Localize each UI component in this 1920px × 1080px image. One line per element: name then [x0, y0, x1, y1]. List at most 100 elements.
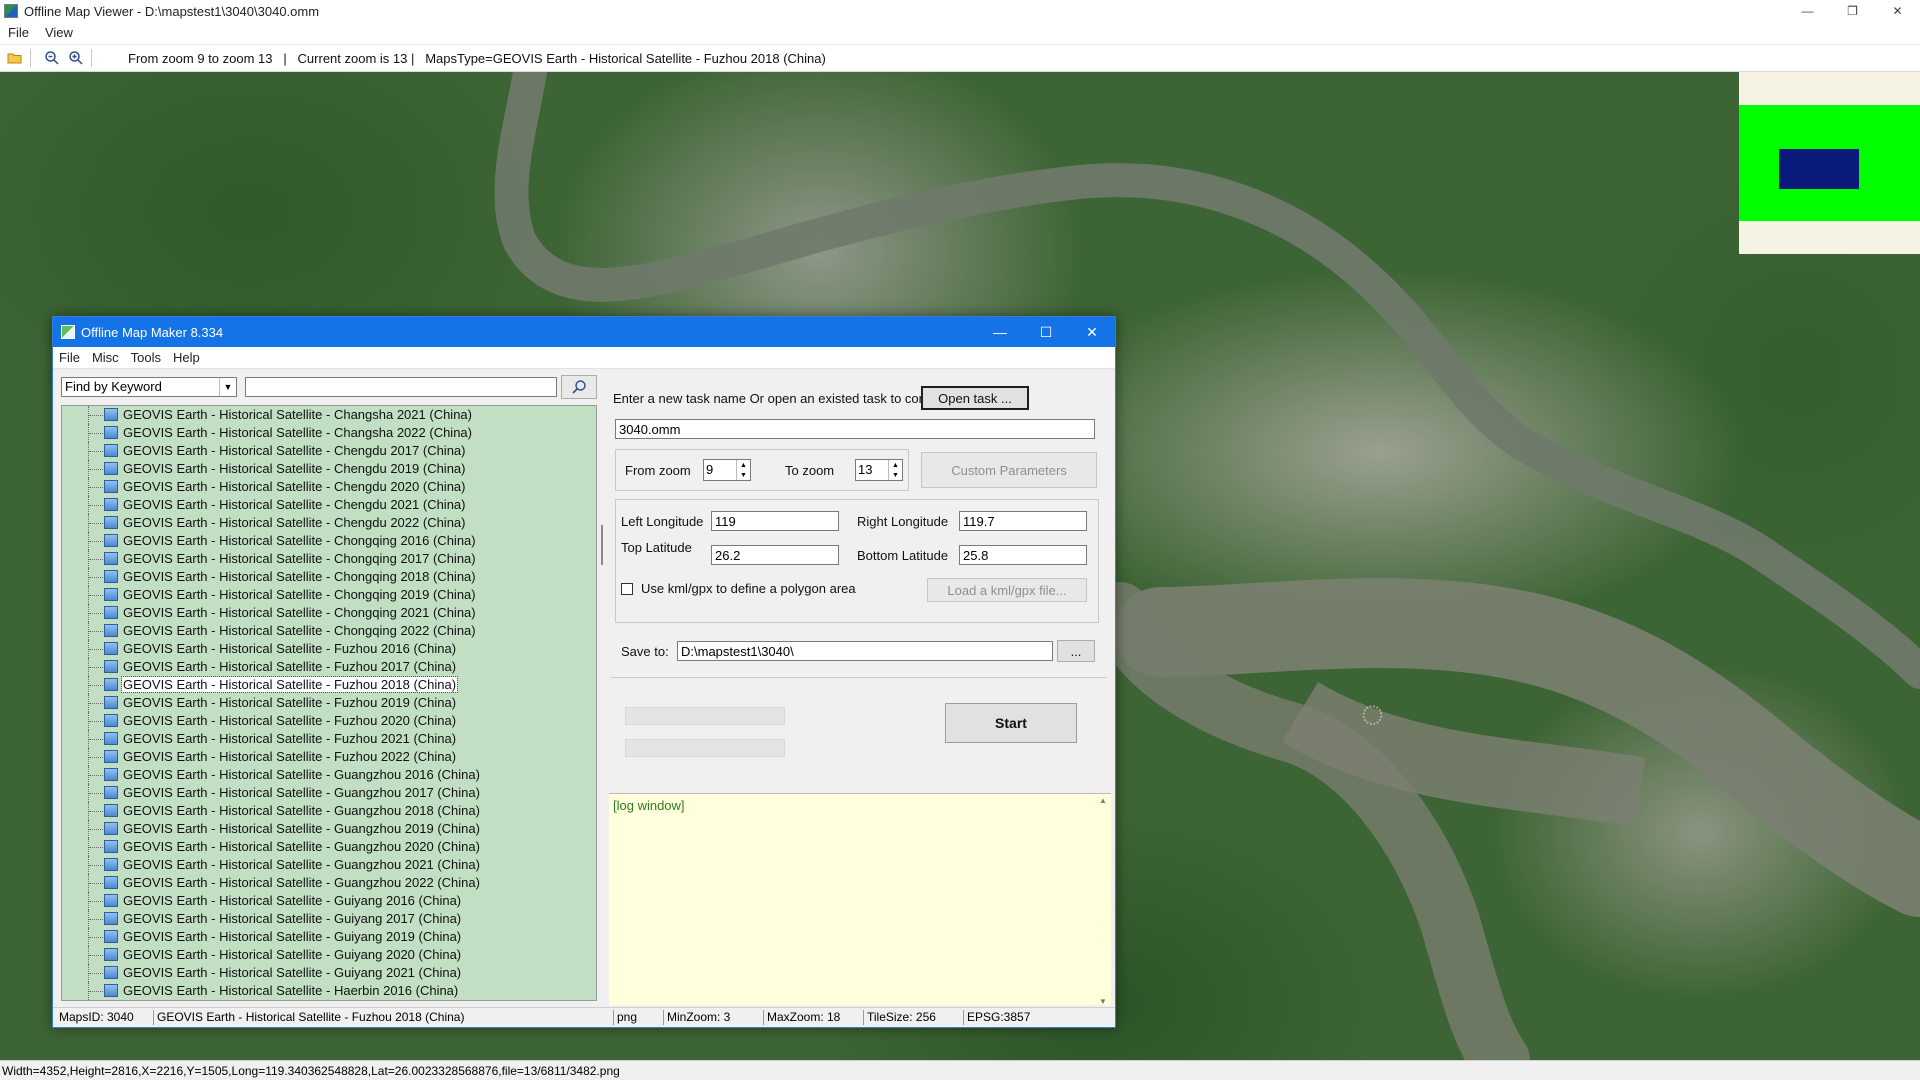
scroll-up-icon[interactable]: ▲ [1099, 796, 1107, 805]
search-mode-select[interactable]: Find by Keyword ▼ [61, 377, 237, 397]
map-layer-icon [104, 858, 118, 871]
pane-splitter[interactable] [598, 405, 606, 1001]
tree-item[interactable]: GEOVIS Earth - Historical Satellite - Fu… [62, 712, 596, 730]
dialog-minimize-icon[interactable]: — [977, 317, 1023, 347]
top-latitude-label: Top Latitude [621, 540, 692, 555]
search-input[interactable] [245, 377, 557, 397]
tree-item-label: GEOVIS Earth - Historical Satellite - Ch… [123, 479, 466, 494]
open-task-button[interactable]: Open task ... [921, 386, 1029, 410]
tree-item[interactable]: GEOVIS Earth - Historical Satellite - Fu… [62, 676, 596, 694]
minimap-viewport[interactable] [1779, 149, 1859, 189]
maps-tree[interactable]: GEOVIS Earth - Historical Satellite - Ch… [61, 405, 597, 1001]
tree-item[interactable]: GEOVIS Earth - Historical Satellite - Fu… [62, 640, 596, 658]
splitter-grip[interactable] [601, 525, 603, 565]
to-zoom-spinner[interactable]: 13 ▲ ▼ [855, 459, 903, 481]
top-latitude-input[interactable] [711, 545, 839, 565]
tree-item-label: GEOVIS Earth - Historical Satellite - Gu… [123, 893, 462, 908]
log-window[interactable]: [log window] ▲ ▼ [609, 793, 1111, 1008]
tree-item-label: GEOVIS Earth - Historical Satellite - Gu… [123, 929, 462, 944]
close-icon[interactable]: ✕ [1875, 0, 1920, 22]
tree-branch-line [89, 775, 103, 776]
tree-branch-line [89, 505, 103, 506]
save-path-input[interactable] [677, 641, 1053, 661]
chevron-down-icon[interactable]: ▼ [219, 378, 236, 396]
tree-item[interactable]: GEOVIS Earth - Historical Satellite - Ch… [62, 442, 596, 460]
spinner-arrows-icon[interactable]: ▲ ▼ [736, 460, 750, 480]
status-maps-id: MapsID: 3040 [59, 1010, 134, 1024]
tree-item[interactable]: GEOVIS Earth - Historical Satellite - Gu… [62, 820, 596, 838]
zoom-out-icon[interactable] [43, 49, 61, 67]
tree-item-label: GEOVIS Earth - Historical Satellite - Fu… [123, 713, 457, 728]
dialog-menu-tools[interactable]: Tools [125, 350, 167, 365]
from-zoom-spinner[interactable]: 9 ▲ ▼ [703, 459, 751, 481]
status-divider [863, 1010, 864, 1025]
tree-item[interactable]: GEOVIS Earth - Historical Satellite - Ch… [62, 568, 596, 586]
spinner-arrows-icon[interactable]: ▲ ▼ [888, 460, 902, 480]
custom-parameters-button[interactable]: Custom Parameters [921, 452, 1097, 488]
search-button[interactable] [561, 375, 597, 399]
tree-item[interactable]: GEOVIS Earth - Historical Satellite - Ch… [62, 604, 596, 622]
tree-item[interactable]: GEOVIS Earth - Historical Satellite - Ch… [62, 496, 596, 514]
tree-item[interactable]: GEOVIS Earth - Historical Satellite - Ch… [62, 622, 596, 640]
tree-item[interactable]: GEOVIS Earth - Historical Satellite - Ch… [62, 586, 596, 604]
dialog-title-bar[interactable]: Offline Map Maker 8.334 — ☐ ✕ [53, 317, 1115, 347]
tree-item[interactable]: GEOVIS Earth - Historical Satellite - Fu… [62, 748, 596, 766]
dialog-maximize-icon[interactable]: ☐ [1023, 317, 1069, 347]
log-scrollbar[interactable]: ▲ ▼ [1097, 794, 1111, 1008]
tree-item[interactable]: GEOVIS Earth - Historical Satellite - Ch… [62, 460, 596, 478]
tree-item[interactable]: GEOVIS Earth - Historical Satellite - Ch… [62, 478, 596, 496]
dialog-menu-bar: File Misc Tools Help [53, 347, 1115, 369]
use-kml-checkbox[interactable] [621, 583, 633, 595]
tree-item[interactable]: GEOVIS Earth - Historical Satellite - Gu… [62, 928, 596, 946]
scroll-down-icon[interactable]: ▼ [1099, 997, 1107, 1006]
tree-item[interactable]: GEOVIS Earth - Historical Satellite - Gu… [62, 892, 596, 910]
map-layer-icon [104, 840, 118, 853]
tree-item[interactable]: GEOVIS Earth - Historical Satellite - Fu… [62, 694, 596, 712]
tree-item[interactable]: GEOVIS Earth - Historical Satellite - Gu… [62, 874, 596, 892]
dialog-menu-misc[interactable]: Misc [86, 350, 125, 365]
minimize-icon[interactable]: — [1785, 0, 1830, 22]
load-kml-button[interactable]: Load a kml/gpx file... [927, 578, 1087, 602]
bottom-latitude-input[interactable] [959, 545, 1087, 565]
dialog-menu-help[interactable]: Help [167, 350, 206, 365]
tree-item[interactable]: GEOVIS Earth - Historical Satellite - Gu… [62, 838, 596, 856]
restore-icon[interactable]: ❐ [1830, 0, 1875, 22]
tree-branch-line [89, 919, 103, 920]
dialog-close-icon[interactable]: ✕ [1069, 317, 1115, 347]
minimap[interactable] [1739, 72, 1920, 254]
map-layer-icon [104, 786, 118, 799]
left-longitude-input[interactable] [711, 511, 839, 531]
tree-item[interactable]: GEOVIS Earth - Historical Satellite - Gu… [62, 946, 596, 964]
progress-bar-current [625, 739, 785, 757]
browse-button[interactable]: ... [1057, 640, 1095, 662]
tree-item-label: GEOVIS Earth - Historical Satellite - Ch… [123, 497, 466, 512]
tree-item[interactable]: GEOVIS Earth - Historical Satellite - Gu… [62, 766, 596, 784]
tree-item[interactable]: GEOVIS Earth - Historical Satellite - Gu… [62, 964, 596, 982]
tree-item[interactable]: GEOVIS Earth - Historical Satellite - Ch… [62, 406, 596, 424]
tree-item-label: GEOVIS Earth - Historical Satellite - Gu… [123, 803, 480, 818]
menu-view[interactable]: View [37, 25, 81, 40]
tree-item[interactable]: GEOVIS Earth - Historical Satellite - Fu… [62, 730, 596, 748]
tree-item[interactable]: GEOVIS Earth - Historical Satellite - Ch… [62, 424, 596, 442]
right-longitude-input[interactable] [959, 511, 1087, 531]
status-divider [663, 1010, 664, 1025]
tree-item[interactable]: GEOVIS Earth - Historical Satellite - Ha… [62, 982, 596, 1000]
dialog-menu-file[interactable]: File [53, 350, 86, 365]
tree-item[interactable]: GEOVIS Earth - Historical Satellite - Gu… [62, 910, 596, 928]
tree-branch-line [89, 649, 103, 650]
task-name-input[interactable] [615, 419, 1095, 439]
tree-item[interactable]: GEOVIS Earth - Historical Satellite - Ch… [62, 514, 596, 532]
map-layer-icon [104, 894, 118, 907]
tree-item[interactable]: GEOVIS Earth - Historical Satellite - Ch… [62, 532, 596, 550]
tree-item[interactable]: GEOVIS Earth - Historical Satellite - Gu… [62, 802, 596, 820]
open-folder-icon[interactable] [6, 49, 24, 67]
zoom-in-icon[interactable] [67, 49, 85, 67]
tree-item[interactable]: GEOVIS Earth - Historical Satellite - Fu… [62, 658, 596, 676]
menu-file[interactable]: File [0, 25, 37, 40]
tree-branch-line [89, 631, 103, 632]
task-prompt-label: Enter a new task name Or open an existed… [613, 391, 958, 406]
tree-item[interactable]: GEOVIS Earth - Historical Satellite - Gu… [62, 856, 596, 874]
tree-item[interactable]: GEOVIS Earth - Historical Satellite - Gu… [62, 784, 596, 802]
tree-item[interactable]: GEOVIS Earth - Historical Satellite - Ch… [62, 550, 596, 568]
start-button[interactable]: Start [945, 703, 1077, 743]
